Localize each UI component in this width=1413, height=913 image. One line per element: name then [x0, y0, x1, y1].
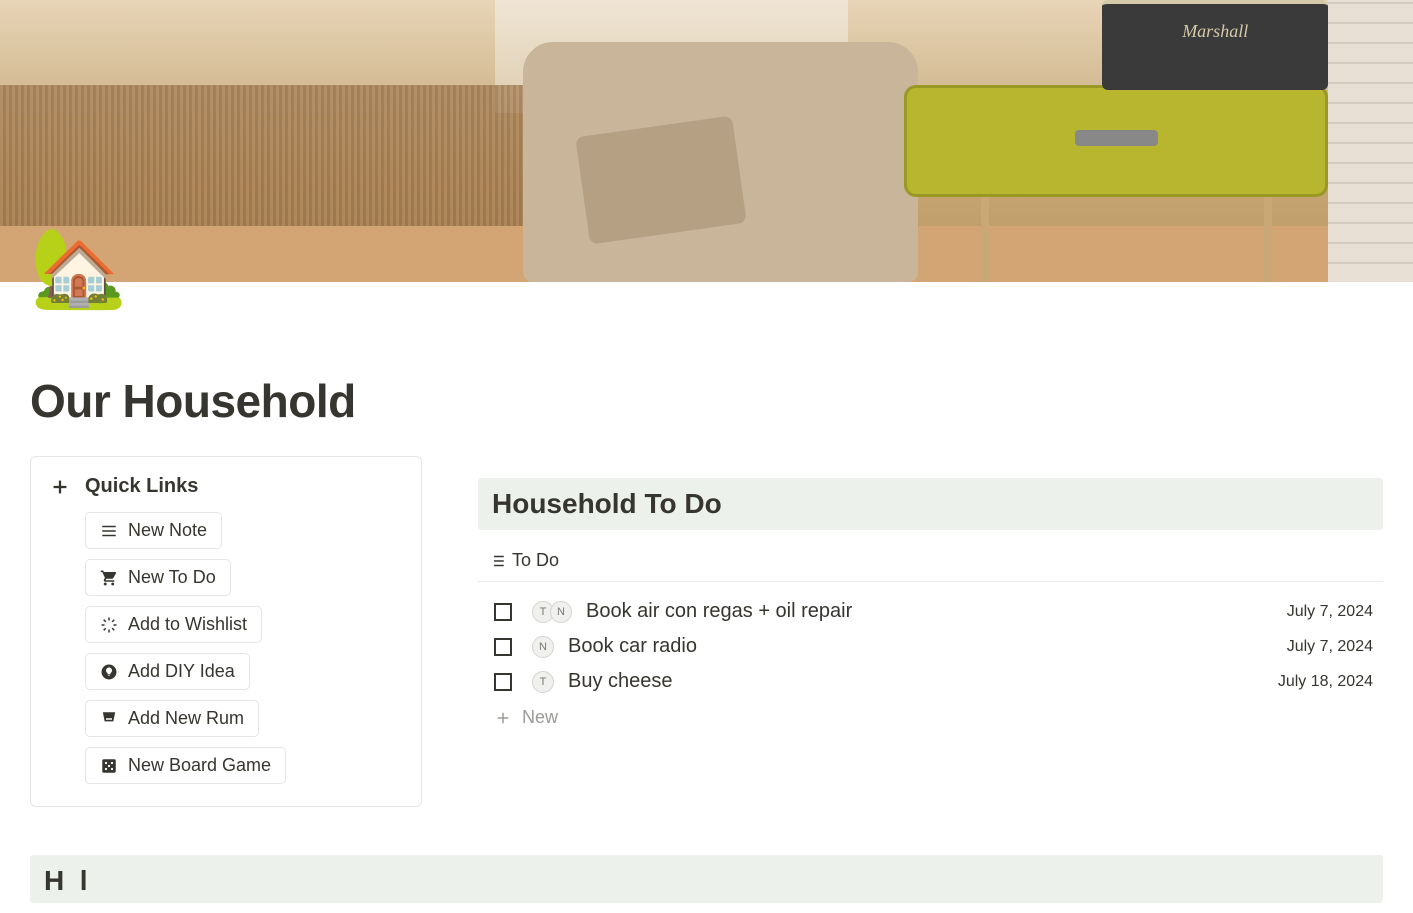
todo-item[interactable]: T N Book air con regas + oil repair July…	[488, 594, 1373, 629]
tab-todo[interactable]: To Do	[488, 550, 559, 571]
list-view-icon	[488, 552, 506, 570]
todo-title: Book car radio	[568, 635, 1273, 658]
avatar: N	[550, 601, 572, 623]
todo-title: Book air con regas + oil repair	[586, 600, 1273, 623]
tab-label: To Do	[512, 550, 559, 571]
todo-section-header: Household To Do	[478, 478, 1383, 530]
button-label: New To Do	[128, 567, 216, 588]
sparkle-icon	[100, 616, 118, 634]
button-label: New Note	[128, 520, 207, 541]
todo-item[interactable]: T Buy cheese July 18, 2024	[488, 664, 1373, 699]
cover-scene	[0, 0, 1413, 282]
dice-icon	[100, 757, 118, 775]
todo-date: July 7, 2024	[1287, 603, 1373, 621]
quick-links-toggle[interactable]: Quick Links	[49, 475, 403, 498]
new-label: New	[522, 707, 558, 728]
new-board-game-button[interactable]: New Board Game	[85, 747, 286, 784]
checkbox[interactable]	[494, 603, 512, 621]
bulb-icon	[100, 663, 118, 681]
button-label: Add New Rum	[128, 708, 244, 729]
add-wishlist-button[interactable]: Add to Wishlist	[85, 606, 262, 643]
todo-list: T N Book air con regas + oil repair July…	[478, 582, 1383, 748]
todo-date: July 7, 2024	[1287, 638, 1373, 656]
cart-icon	[100, 569, 118, 587]
new-note-button[interactable]: New Note	[85, 512, 222, 549]
avatar-group: T N	[532, 601, 572, 623]
todo-date: July 18, 2024	[1278, 673, 1373, 691]
todo-item[interactable]: N Book car radio July 7, 2024	[488, 629, 1373, 664]
page-cover[interactable]	[0, 0, 1413, 282]
page-icon[interactable]: 🏡	[30, 228, 127, 306]
button-label: Add to Wishlist	[128, 614, 247, 635]
button-label: New Board Game	[128, 755, 271, 776]
list-icon	[100, 522, 118, 540]
new-todo-button[interactable]: New To Do	[85, 559, 231, 596]
partial-section-header: H l	[30, 855, 1383, 903]
button-label: Add DIY Idea	[128, 661, 235, 682]
checkbox[interactable]	[494, 638, 512, 656]
checkbox[interactable]	[494, 673, 512, 691]
avatar: N	[532, 636, 554, 658]
plus-icon	[494, 709, 512, 727]
todo-title: Buy cheese	[568, 670, 1264, 693]
quick-links-card: Quick Links New Note New To Do	[30, 456, 422, 807]
page-title[interactable]: Our Household	[30, 374, 1383, 428]
quick-links-header-label: Quick Links	[85, 475, 198, 498]
add-diy-button[interactable]: Add DIY Idea	[85, 653, 250, 690]
avatar-group: T	[532, 671, 554, 693]
glass-icon	[100, 710, 118, 728]
avatar: T	[532, 671, 554, 693]
plus-icon	[49, 476, 71, 498]
avatar-group: N	[532, 636, 554, 658]
add-rum-button[interactable]: Add New Rum	[85, 700, 259, 737]
new-row-button[interactable]: New	[488, 699, 1373, 736]
